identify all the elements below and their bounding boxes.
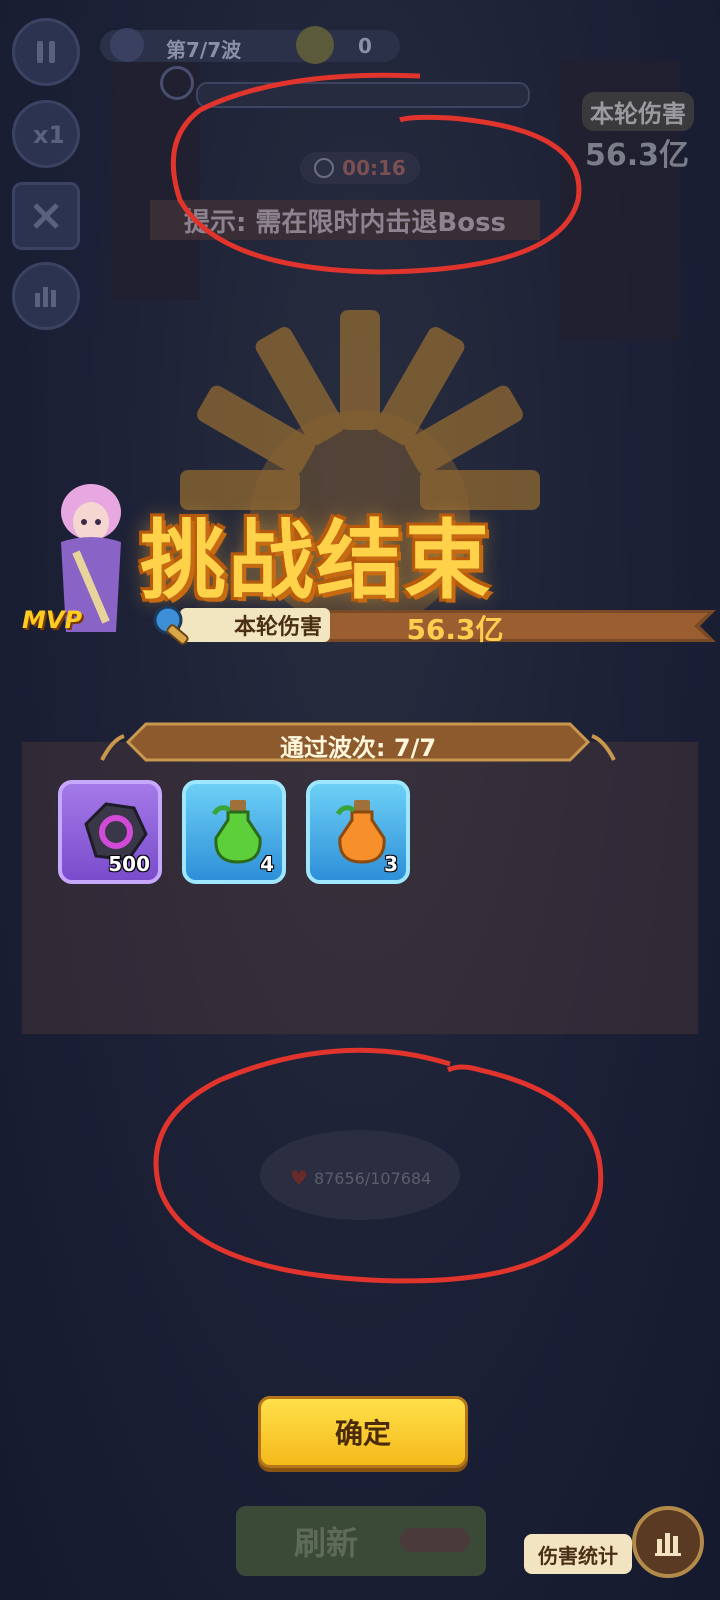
- speed-button[interactable]: x1: [12, 100, 80, 168]
- reward-item[interactable]: 4: [182, 780, 286, 884]
- reward-item[interactable]: 500: [58, 780, 162, 884]
- refresh-button[interactable]: 刷新: [236, 1506, 486, 1576]
- annotation-circle-bottom: [153, 1047, 604, 1284]
- star-coin-icon: [296, 26, 334, 64]
- reward-count: 3: [384, 852, 398, 876]
- bar-chart-icon: [35, 287, 56, 307]
- bar-chart-icon: [655, 1533, 681, 1556]
- round-damage-value: 56.3亿: [585, 138, 690, 173]
- waves-passed-text: 通过波次: 7/7: [279, 734, 437, 762]
- auto-button[interactable]: [12, 182, 80, 250]
- reward-count: 500: [108, 852, 150, 876]
- key-icon: [153, 605, 189, 645]
- damage-stats-label[interactable]: 伤害统计: [524, 1534, 632, 1574]
- stats-side-button[interactable]: [12, 262, 80, 330]
- wave-label: 第7/7波: [166, 38, 242, 62]
- challenge-end-title: 挑战结束: [140, 511, 492, 611]
- damage-stats-button[interactable]: [632, 1506, 704, 1578]
- damage-label: 本轮伤害: [180, 608, 330, 642]
- pause-button[interactable]: [12, 18, 80, 86]
- refresh-cost: [400, 1528, 470, 1552]
- annotation-circle-top: [170, 72, 582, 275]
- speed-x1-icon: x1: [33, 121, 63, 149]
- pause-icon: [37, 41, 55, 63]
- refresh-label: 刷新: [294, 1524, 359, 1562]
- damage-ribbon: 本轮伤害 56.3亿: [150, 602, 716, 650]
- crossed-swords-icon: [33, 203, 59, 229]
- mvp-badge: MVP: [22, 606, 83, 634]
- wave-indicator: 第7/7波 0: [100, 26, 400, 64]
- svg-text:x1: x1: [33, 121, 63, 149]
- confirm-button[interactable]: 确定: [258, 1396, 468, 1468]
- demon-icon: [110, 28, 144, 62]
- score-value: 0: [358, 34, 372, 58]
- waves-passed-banner: 通过波次: 7/7: [98, 720, 618, 764]
- reward-item[interactable]: 3: [306, 780, 410, 884]
- damage-value: 56.3亿: [406, 613, 504, 646]
- reward-count: 4: [260, 852, 274, 876]
